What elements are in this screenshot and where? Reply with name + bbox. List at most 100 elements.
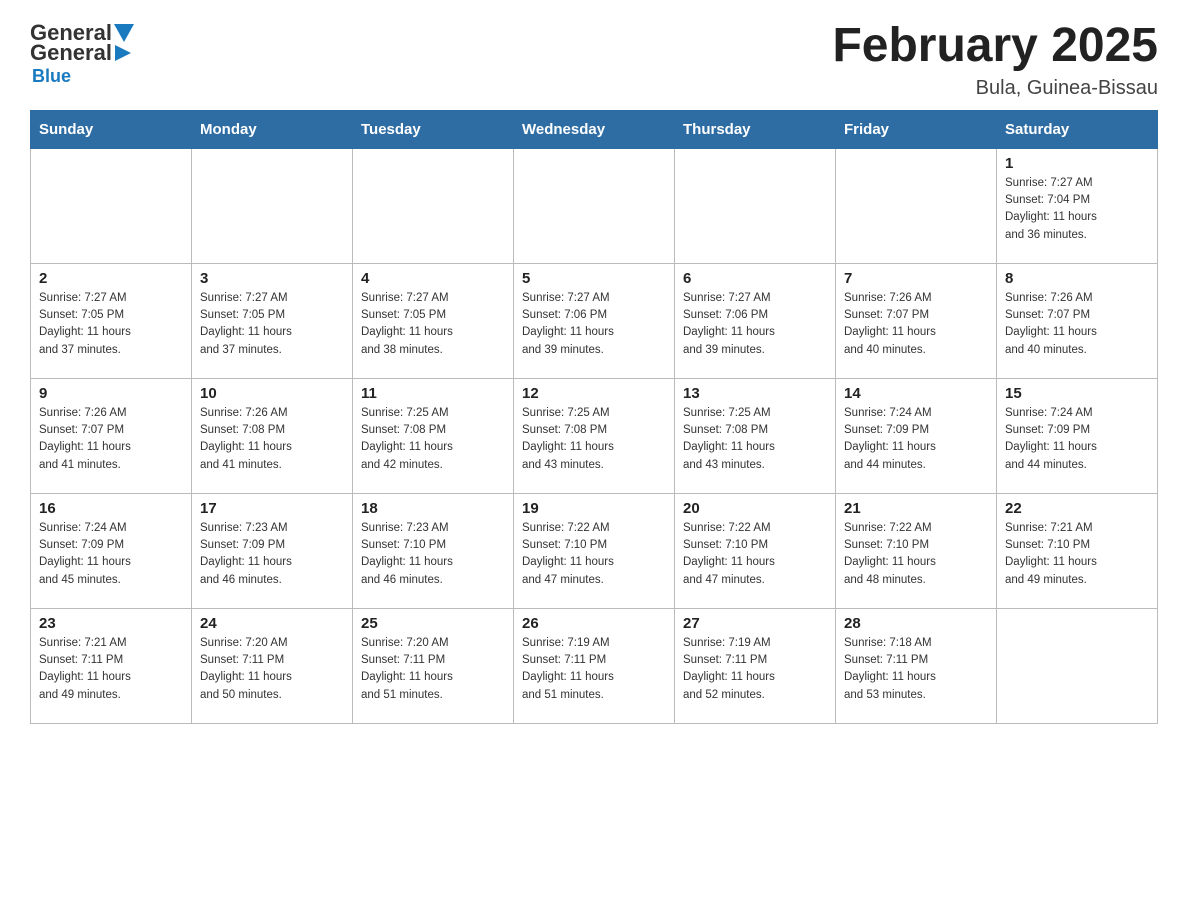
day-info: Sunrise: 7:24 AM Sunset: 7:09 PM Dayligh… bbox=[39, 520, 183, 589]
day-number: 19 bbox=[522, 500, 666, 517]
day-number: 22 bbox=[1005, 500, 1149, 517]
logo-blue-text: Blue bbox=[32, 66, 71, 87]
calendar-cell: 2 Sunrise: 7:27 AM Sunset: 7:05 PM Daylig… bbox=[31, 263, 192, 378]
day-number: 5 bbox=[522, 270, 666, 287]
day-number: 13 bbox=[683, 385, 827, 402]
day-number: 12 bbox=[522, 385, 666, 402]
calendar-cell: 9 Sunrise: 7:26 AM Sunset: 7:07 PM Daylig… bbox=[31, 378, 192, 493]
day-info: Sunrise: 7:27 AM Sunset: 7:06 PM Dayligh… bbox=[522, 290, 666, 359]
header-sunday: Sunday bbox=[31, 110, 192, 148]
day-info: Sunrise: 7:24 AM Sunset: 7:09 PM Dayligh… bbox=[844, 405, 988, 474]
day-info: Sunrise: 7:23 AM Sunset: 7:09 PM Dayligh… bbox=[200, 520, 344, 589]
day-number: 27 bbox=[683, 615, 827, 632]
day-info: Sunrise: 7:25 AM Sunset: 7:08 PM Dayligh… bbox=[361, 405, 505, 474]
day-info: Sunrise: 7:27 AM Sunset: 7:06 PM Dayligh… bbox=[683, 290, 827, 359]
day-info: Sunrise: 7:26 AM Sunset: 7:07 PM Dayligh… bbox=[844, 290, 988, 359]
day-info: Sunrise: 7:25 AM Sunset: 7:08 PM Dayligh… bbox=[522, 405, 666, 474]
header-wednesday: Wednesday bbox=[514, 110, 675, 148]
calendar-title: February 2025 bbox=[832, 20, 1158, 73]
day-info: Sunrise: 7:19 AM Sunset: 7:11 PM Dayligh… bbox=[683, 635, 827, 704]
day-info: Sunrise: 7:18 AM Sunset: 7:11 PM Dayligh… bbox=[844, 635, 988, 704]
calendar-cell bbox=[675, 148, 836, 263]
calendar-cell bbox=[836, 148, 997, 263]
day-number: 3 bbox=[200, 270, 344, 287]
day-number: 2 bbox=[39, 270, 183, 287]
day-number: 1 bbox=[1005, 155, 1149, 172]
calendar-cell: 7 Sunrise: 7:26 AM Sunset: 7:07 PM Daylig… bbox=[836, 263, 997, 378]
calendar-cell bbox=[997, 608, 1158, 723]
calendar-cell: 11 Sunrise: 7:25 AM Sunset: 7:08 PM Dayli… bbox=[353, 378, 514, 493]
day-number: 14 bbox=[844, 385, 988, 402]
day-info: Sunrise: 7:19 AM Sunset: 7:11 PM Dayligh… bbox=[522, 635, 666, 704]
day-info: Sunrise: 7:21 AM Sunset: 7:11 PM Dayligh… bbox=[39, 635, 183, 704]
day-info: Sunrise: 7:27 AM Sunset: 7:05 PM Dayligh… bbox=[39, 290, 183, 359]
day-info: Sunrise: 7:21 AM Sunset: 7:10 PM Dayligh… bbox=[1005, 520, 1149, 589]
day-info: Sunrise: 7:22 AM Sunset: 7:10 PM Dayligh… bbox=[844, 520, 988, 589]
header-saturday: Saturday bbox=[997, 110, 1158, 148]
page-header: General General Blue February 2025 Bula,… bbox=[30, 20, 1158, 100]
day-info: Sunrise: 7:22 AM Sunset: 7:10 PM Dayligh… bbox=[683, 520, 827, 589]
day-number: 7 bbox=[844, 270, 988, 287]
calendar-table: Sunday Monday Tuesday Wednesday Thursday… bbox=[30, 110, 1158, 724]
day-number: 11 bbox=[361, 385, 505, 402]
logo-arrow-icon bbox=[113, 43, 133, 63]
day-info: Sunrise: 7:26 AM Sunset: 7:07 PM Dayligh… bbox=[1005, 290, 1149, 359]
day-number: 23 bbox=[39, 615, 183, 632]
calendar-cell: 4 Sunrise: 7:27 AM Sunset: 7:05 PM Daylig… bbox=[353, 263, 514, 378]
calendar-cell: 22 Sunrise: 7:21 AM Sunset: 7:10 PM Dayli… bbox=[997, 493, 1158, 608]
day-number: 15 bbox=[1005, 385, 1149, 402]
calendar-cell: 8 Sunrise: 7:26 AM Sunset: 7:07 PM Daylig… bbox=[997, 263, 1158, 378]
day-number: 28 bbox=[844, 615, 988, 632]
calendar-week-row: 23 Sunrise: 7:21 AM Sunset: 7:11 PM Dayli… bbox=[31, 608, 1158, 723]
header-friday: Friday bbox=[836, 110, 997, 148]
calendar-week-row: 9 Sunrise: 7:26 AM Sunset: 7:07 PM Daylig… bbox=[31, 378, 1158, 493]
day-number: 21 bbox=[844, 500, 988, 517]
day-number: 24 bbox=[200, 615, 344, 632]
calendar-cell: 26Sunrise: 7:19 AM Sunset: 7:11 PM Dayli… bbox=[514, 608, 675, 723]
day-info: Sunrise: 7:27 AM Sunset: 7:04 PM Dayligh… bbox=[1005, 175, 1149, 244]
calendar-week-row: 16 Sunrise: 7:24 AM Sunset: 7:09 PM Dayli… bbox=[31, 493, 1158, 608]
calendar-cell: 6 Sunrise: 7:27 AM Sunset: 7:06 PM Daylig… bbox=[675, 263, 836, 378]
day-info: Sunrise: 7:20 AM Sunset: 7:11 PM Dayligh… bbox=[200, 635, 344, 704]
header-thursday: Thursday bbox=[675, 110, 836, 148]
calendar-week-row: 2 Sunrise: 7:27 AM Sunset: 7:05 PM Daylig… bbox=[31, 263, 1158, 378]
day-number: 9 bbox=[39, 385, 183, 402]
day-number: 17 bbox=[200, 500, 344, 517]
day-info: Sunrise: 7:26 AM Sunset: 7:07 PM Dayligh… bbox=[39, 405, 183, 474]
day-number: 25 bbox=[361, 615, 505, 632]
logo-general-text2: General bbox=[30, 40, 112, 66]
day-info: Sunrise: 7:20 AM Sunset: 7:11 PM Dayligh… bbox=[361, 635, 505, 704]
logo-triangle-icon bbox=[114, 24, 134, 42]
calendar-cell bbox=[353, 148, 514, 263]
header-tuesday: Tuesday bbox=[353, 110, 514, 148]
header-monday: Monday bbox=[192, 110, 353, 148]
calendar-week-row: 1 Sunrise: 7:27 AM Sunset: 7:04 PM Daylig… bbox=[31, 148, 1158, 263]
calendar-cell: 16 Sunrise: 7:24 AM Sunset: 7:09 PM Dayli… bbox=[31, 493, 192, 608]
calendar-cell bbox=[514, 148, 675, 263]
day-number: 4 bbox=[361, 270, 505, 287]
calendar-cell: 25 Sunrise: 7:20 AM Sunset: 7:11 PM Dayli… bbox=[353, 608, 514, 723]
day-number: 8 bbox=[1005, 270, 1149, 287]
calendar-cell: 20 Sunrise: 7:22 AM Sunset: 7:10 PM Dayli… bbox=[675, 493, 836, 608]
day-number: 18 bbox=[361, 500, 505, 517]
calendar-cell: 1 Sunrise: 7:27 AM Sunset: 7:04 PM Daylig… bbox=[997, 148, 1158, 263]
calendar-cell: 13 Sunrise: 7:25 AM Sunset: 7:08 PM Dayli… bbox=[675, 378, 836, 493]
day-number: 6 bbox=[683, 270, 827, 287]
day-number: 16 bbox=[39, 500, 183, 517]
calendar-cell: 10Sunrise: 7:26 AM Sunset: 7:08 PM Dayli… bbox=[192, 378, 353, 493]
title-block: February 2025 Bula, Guinea-Bissau bbox=[832, 20, 1158, 100]
day-info: Sunrise: 7:25 AM Sunset: 7:08 PM Dayligh… bbox=[683, 405, 827, 474]
calendar-cell: 27 Sunrise: 7:19 AM Sunset: 7:11 PM Dayli… bbox=[675, 608, 836, 723]
calendar-cell: 12 Sunrise: 7:25 AM Sunset: 7:08 PM Dayli… bbox=[514, 378, 675, 493]
calendar-cell: 5 Sunrise: 7:27 AM Sunset: 7:06 PM Daylig… bbox=[514, 263, 675, 378]
calendar-location: Bula, Guinea-Bissau bbox=[832, 77, 1158, 100]
day-info: Sunrise: 7:27 AM Sunset: 7:05 PM Dayligh… bbox=[361, 290, 505, 359]
calendar-cell: 15Sunrise: 7:24 AM Sunset: 7:09 PM Dayli… bbox=[997, 378, 1158, 493]
day-number: 20 bbox=[683, 500, 827, 517]
calendar-cell: 3Sunrise: 7:27 AM Sunset: 7:05 PM Daylig… bbox=[192, 263, 353, 378]
calendar-cell: 23 Sunrise: 7:21 AM Sunset: 7:11 PM Dayli… bbox=[31, 608, 192, 723]
day-number: 10 bbox=[200, 385, 344, 402]
calendar-cell: 24 Sunrise: 7:20 AM Sunset: 7:11 PM Dayli… bbox=[192, 608, 353, 723]
calendar-cell: 18Sunrise: 7:23 AM Sunset: 7:10 PM Dayli… bbox=[353, 493, 514, 608]
calendar-header-row: Sunday Monday Tuesday Wednesday Thursday… bbox=[31, 110, 1158, 148]
